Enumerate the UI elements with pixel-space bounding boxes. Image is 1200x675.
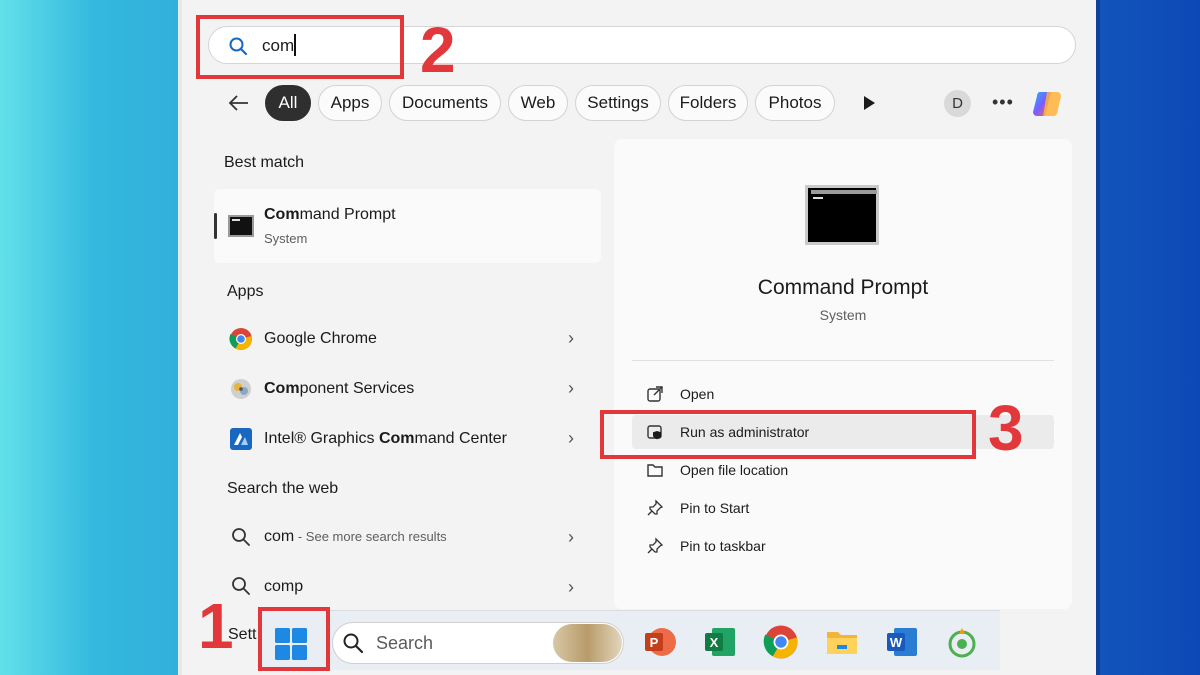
- command-prompt-large-icon: [805, 185, 879, 245]
- intel-graphics-icon: [230, 428, 252, 450]
- chevron-right-icon[interactable]: ›: [568, 577, 574, 598]
- tab-all[interactable]: All: [265, 85, 311, 121]
- search-web-heading: Search the web: [227, 480, 339, 497]
- copilot-icon[interactable]: [1031, 86, 1067, 122]
- more-filters-play-icon[interactable]: [862, 95, 876, 111]
- chrome-icon[interactable]: [763, 624, 799, 660]
- pin-icon: [647, 499, 664, 516]
- app-item-label: Google Chrome: [264, 330, 377, 347]
- best-match-heading: Best match: [224, 154, 305, 171]
- web-result-label: com - See more search results: [264, 528, 447, 545]
- tab-settings[interactable]: Settings: [575, 85, 661, 121]
- word-icon[interactable]: W: [884, 624, 920, 660]
- excel-icon[interactable]: X: [702, 624, 738, 660]
- tab-web[interactable]: Web: [508, 85, 568, 121]
- svg-text:W: W: [890, 635, 903, 650]
- tab-documents[interactable]: Documents: [389, 85, 501, 121]
- chevron-right-icon[interactable]: ›: [568, 328, 574, 349]
- apps-heading: Apps: [227, 283, 264, 300]
- component-services-icon: [231, 379, 251, 399]
- svg-text:P: P: [650, 635, 659, 650]
- search-icon: [343, 633, 364, 654]
- selection-indicator: [214, 213, 217, 239]
- search-icon: [232, 577, 250, 595]
- chevron-right-icon[interactable]: ›: [568, 378, 574, 399]
- annotation-number-2: 2: [420, 14, 456, 86]
- more-options-icon[interactable]: •••: [992, 92, 1014, 113]
- svg-text:X: X: [710, 635, 719, 650]
- app-item-label: Component Services: [264, 380, 415, 397]
- command-prompt-icon: [228, 215, 254, 237]
- annotation-box-run-as-admin: [600, 410, 976, 459]
- annotation-box-start: [258, 607, 330, 671]
- app-launcher-icon[interactable]: [944, 624, 980, 660]
- pin-icon: [647, 537, 664, 554]
- details-subtitle: System: [819, 307, 867, 323]
- best-match-card[interactable]: [214, 189, 601, 263]
- annotation-box-search: [196, 15, 404, 79]
- annotation-number-3: 3: [988, 392, 1024, 464]
- file-explorer-icon[interactable]: [824, 624, 860, 660]
- best-match-subtitle: System: [264, 231, 308, 246]
- search-icon: [232, 528, 250, 546]
- tab-apps[interactable]: Apps: [318, 85, 382, 121]
- back-arrow-icon[interactable]: [226, 90, 252, 116]
- details-title: Command Prompt: [757, 276, 929, 299]
- open-external-icon: [647, 386, 663, 402]
- chrome-icon: [229, 328, 252, 350]
- annotation-number-1: 1: [198, 590, 234, 662]
- folder-icon: [647, 464, 663, 477]
- best-match-title: Command Prompt: [264, 206, 396, 223]
- chevron-right-icon[interactable]: ›: [568, 527, 574, 548]
- app-item-label: Intel® Graphics Command Center: [264, 430, 508, 447]
- action-pin-to-start[interactable]: Pin to Start: [632, 491, 1054, 525]
- details-divider: [632, 360, 1054, 361]
- taskbar-search-placeholder: Search: [376, 633, 434, 653]
- tab-folders[interactable]: Folders: [668, 85, 748, 121]
- chevron-right-icon[interactable]: ›: [568, 428, 574, 449]
- search-highlight-image: [553, 624, 622, 662]
- powerpoint-icon[interactable]: P: [642, 624, 678, 660]
- action-pin-to-taskbar[interactable]: Pin to taskbar: [632, 529, 1054, 563]
- tab-photos[interactable]: Photos: [755, 85, 835, 121]
- web-result-label: comp: [264, 578, 304, 595]
- window-edge-right: [1096, 0, 1100, 675]
- account-avatar[interactable]: D: [944, 90, 971, 117]
